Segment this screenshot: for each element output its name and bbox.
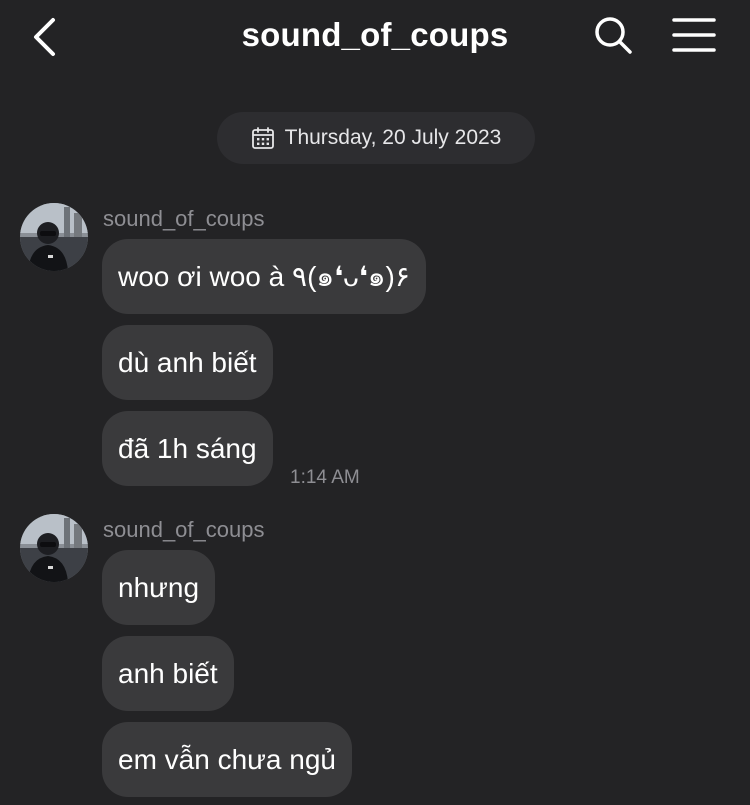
message-bubble[interactable]: đã 1h sáng: [102, 411, 273, 486]
search-button[interactable]: [592, 14, 636, 58]
avatar[interactable]: [20, 203, 88, 271]
message-timestamp: 1:14 AM: [290, 467, 360, 488]
menu-button[interactable]: [672, 16, 716, 56]
sender-name: sound_of_coups: [103, 206, 265, 231]
message-bubble[interactable]: woo ơi woo à ٩(๑❛ᴗ❛๑)۶: [102, 239, 426, 314]
avatar[interactable]: [20, 514, 88, 582]
hamburger-menu-icon: [672, 18, 716, 52]
date-separator: Thursday, 20 July 2023: [217, 112, 535, 164]
profile-photo-icon: [20, 514, 88, 582]
chat-title[interactable]: sound_of_coups: [0, 16, 750, 54]
message-bubble[interactable]: nhưng: [102, 550, 216, 625]
message-bubble[interactable]: anh biết: [102, 636, 234, 711]
message-bubble[interactable]: em vẫn chưa ngủ: [102, 722, 352, 797]
sender-name: sound_of_coups: [103, 517, 265, 542]
chat-header: sound_of_coups: [0, 0, 750, 80]
profile-photo-icon: [20, 203, 88, 271]
calendar-icon: [251, 127, 274, 149]
search-icon: [595, 17, 632, 54]
message-bubble[interactable]: dù anh biết: [102, 325, 273, 400]
date-text: Thursday, 20 July 2023: [284, 126, 502, 149]
